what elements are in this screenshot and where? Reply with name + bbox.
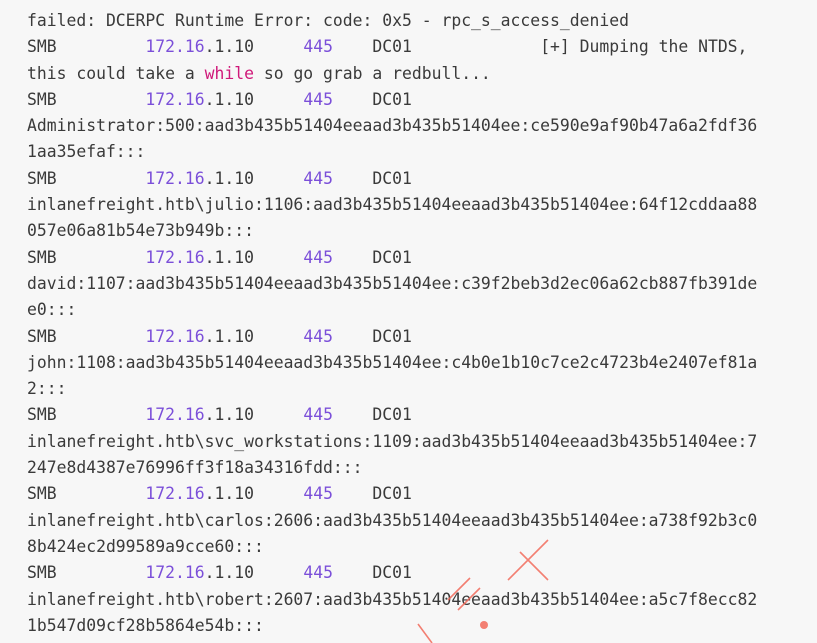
hash-line: inlanefreight.htb\julio:1106:aad3b435b51… — [27, 195, 758, 215]
hash-line: john:1108:aad3b435b51404eeaad3b435b51404… — [27, 352, 758, 372]
smb-proto: SMB — [27, 168, 57, 188]
hash-line: 2::: — [27, 379, 67, 399]
ip-octets-rest: .1.10 — [204, 37, 254, 57]
smb-proto: SMB — [27, 484, 57, 504]
ip-octets-highlight: 172.16 — [145, 326, 205, 346]
ip-octets-rest: .1.10 — [204, 563, 254, 583]
ip-octets-highlight: 172.16 — [145, 37, 205, 57]
smb-line: SMB 172.16.1.10 445 DC01 [+] Dumping the… — [27, 34, 817, 60]
ip-octets-rest: .1.10 — [204, 247, 254, 267]
smb-host: DC01 — [372, 89, 412, 109]
smb-proto: SMB — [27, 247, 57, 267]
smb-proto: SMB — [27, 37, 57, 57]
ip-octets-rest: .1.10 — [204, 89, 254, 109]
hash-list: SMB 172.16.1.10 445 DC01 Administrator:50… — [27, 87, 817, 639]
hash-line: inlanefreight.htb\carlos:2606:aad3b435b5… — [27, 510, 758, 530]
hash-line: Administrator:500:aad3b435b51404eeaad3b4… — [27, 116, 758, 136]
hash-line: 1aa35efaf::: — [27, 142, 146, 162]
smb-line: SMB 172.16.1.10 445 DC01 — [27, 87, 817, 113]
terminal-output: failed: DCERPC Runtime Error: code: 0x5 … — [27, 8, 817, 639]
dump-message: [+] Dumping the NTDS, — [411, 37, 748, 57]
smb-line: SMB 172.16.1.10 445 DC01 — [27, 481, 817, 507]
ip-octets-highlight: 172.16 — [145, 247, 205, 267]
smb-line: SMB 172.16.1.10 445 DC01 — [27, 560, 817, 586]
ip-octets-highlight: 172.16 — [145, 89, 205, 109]
smb-host: DC01 — [372, 37, 412, 57]
smb-line: SMB 172.16.1.10 445 DC01 — [27, 324, 817, 350]
smb-port: 445 — [303, 326, 333, 346]
ip-octets-highlight: 172.16 — [145, 405, 205, 425]
smb-line: SMB 172.16.1.10 445 DC01 — [27, 402, 817, 428]
smb-host: DC01 — [372, 247, 412, 267]
smb-port: 445 — [303, 37, 333, 57]
hash-line: 247e8d4387e76996ff3f18a34316fdd::: — [27, 458, 363, 478]
dump-continuation: this could take a while so go grab a red… — [27, 63, 491, 83]
ip-octets-rest: .1.10 — [204, 405, 254, 425]
smb-host: DC01 — [372, 326, 412, 346]
smb-proto: SMB — [27, 326, 57, 346]
smb-proto: SMB — [27, 563, 57, 583]
keyword-while: while — [204, 63, 254, 83]
smb-line: SMB 172.16.1.10 445 DC01 — [27, 245, 817, 271]
smb-port: 445 — [303, 405, 333, 425]
hash-line: 8b424ec2d99589a9cce60::: — [27, 536, 264, 556]
error-line: failed: DCERPC Runtime Error: code: 0x5 … — [27, 11, 629, 30]
smb-host: DC01 — [372, 563, 412, 583]
smb-port: 445 — [303, 247, 333, 267]
smb-port: 445 — [303, 89, 333, 109]
ip-octets-rest: .1.10 — [204, 326, 254, 346]
smb-host: DC01 — [372, 484, 412, 504]
smb-host: DC01 — [372, 168, 412, 188]
hash-line: 1b547d09cf28b5864e54b::: — [27, 615, 264, 635]
smb-port: 445 — [303, 484, 333, 504]
smb-host: DC01 — [372, 405, 412, 425]
hash-line: inlanefreight.htb\robert:2607:aad3b435b5… — [27, 589, 758, 609]
smb-line: SMB 172.16.1.10 445 DC01 — [27, 166, 817, 192]
hash-line: 057e06a81b54e73b949b::: — [27, 221, 254, 241]
smb-port: 445 — [303, 563, 333, 583]
ip-octets-rest: .1.10 — [204, 484, 254, 504]
smb-proto: SMB — [27, 405, 57, 425]
smb-proto: SMB — [27, 89, 57, 109]
hash-line: david:1107:aad3b435b51404eeaad3b435b5140… — [27, 273, 758, 293]
ip-octets-highlight: 172.16 — [145, 168, 205, 188]
ip-octets-highlight: 172.16 — [145, 484, 205, 504]
ip-octets-highlight: 172.16 — [145, 563, 205, 583]
hash-line: e0::: — [27, 300, 77, 320]
ip-octets-rest: .1.10 — [204, 168, 254, 188]
hash-line: inlanefreight.htb\svc_workstations:1109:… — [27, 431, 758, 451]
smb-port: 445 — [303, 168, 333, 188]
